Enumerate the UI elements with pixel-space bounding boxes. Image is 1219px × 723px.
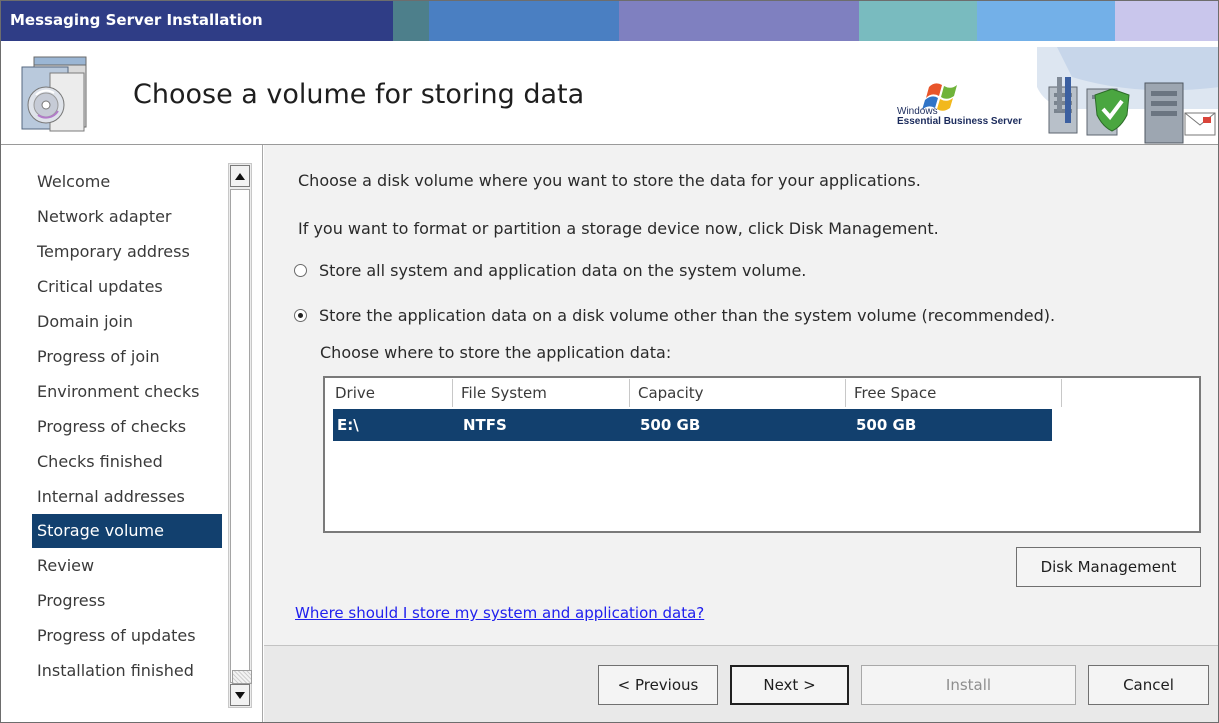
sidebar-item-installation-finished[interactable]: Installation finished xyxy=(32,653,222,688)
disk-management-button[interactable]: Disk Management xyxy=(1016,547,1201,587)
radio-system-volume[interactable]: Store all system and application data on… xyxy=(294,259,806,281)
radio-indicator-selected[interactable] xyxy=(294,308,307,322)
next-button[interactable]: Next > xyxy=(730,665,849,705)
scroll-track[interactable] xyxy=(230,189,252,684)
page-header: Choose a volume for storing data Windows… xyxy=(1,41,1218,145)
cell-capacity: 500 GB xyxy=(640,416,701,434)
sidebar-item-progress-of-updates[interactable]: Progress of updates xyxy=(32,618,222,653)
scroll-thumb[interactable] xyxy=(232,670,252,684)
sidebar-item-network-adapter[interactable]: Network adapter xyxy=(32,199,222,234)
shield-check-server-icon xyxy=(1086,88,1130,136)
page-title: Choose a volume for storing data xyxy=(133,79,585,110)
sidebar-item-domain-join[interactable]: Domain join xyxy=(32,304,222,339)
sidebar-item-progress-of-join[interactable]: Progress of join xyxy=(32,339,222,374)
sidebar-item-storage-volume[interactable]: Storage volume xyxy=(32,514,222,548)
radio-other-volume[interactable]: Store the application data on a disk vol… xyxy=(294,304,1055,326)
column-header-capacity[interactable]: Capacity xyxy=(630,379,846,407)
radio-label: Store the application data on a disk vol… xyxy=(319,305,1056,325)
scroll-down-button[interactable] xyxy=(230,684,250,706)
sidebar-item-critical-updates[interactable]: Critical updates xyxy=(32,269,222,304)
previous-button[interactable]: < Previous xyxy=(598,665,718,705)
sidebar-scrollbar[interactable] xyxy=(228,163,252,708)
sidebar-item-progress-of-checks[interactable]: Progress of checks xyxy=(32,409,222,444)
volume-table: Drive File System Capacity Free Space E:… xyxy=(323,376,1201,533)
title-band xyxy=(619,1,859,41)
sidebar-item-internal-addresses[interactable]: Internal addresses xyxy=(32,479,222,514)
scroll-up-button[interactable] xyxy=(230,165,250,187)
title-band xyxy=(977,1,1115,41)
column-header-file-system[interactable]: File System xyxy=(453,379,630,407)
cell-drive: E:\ xyxy=(337,416,359,434)
brand-line-2: Essential Business Server xyxy=(897,116,1023,127)
installer-window: Messaging Server Installation Choose a v… xyxy=(0,0,1219,723)
disk-management-note: If you want to format or partition a sto… xyxy=(298,219,939,238)
step-sidebar: Welcome Network adapter Temporary addres… xyxy=(1,145,263,722)
content-pane: Choose a disk volume where you want to s… xyxy=(264,145,1218,645)
title-bar: Messaging Server Installation xyxy=(1,1,1218,41)
arrow-up-icon xyxy=(235,172,245,180)
window-title: Messaging Server Installation xyxy=(10,11,263,29)
install-disc-icon xyxy=(20,55,98,135)
title-band xyxy=(393,1,429,41)
sidebar-item-welcome[interactable]: Welcome xyxy=(32,164,222,199)
column-header-free-space[interactable]: Free Space xyxy=(846,379,1062,407)
radio-indicator[interactable] xyxy=(294,263,307,277)
sidebar-item-review[interactable]: Review xyxy=(32,548,222,583)
brand-text: Windows Essential Business Server xyxy=(897,107,1022,127)
intro-text: Choose a disk volume where you want to s… xyxy=(298,171,921,190)
brand-logo: Windows Essential Business Server xyxy=(897,47,1218,145)
cell-free-space: 500 GB xyxy=(856,416,917,434)
arrow-down-icon xyxy=(235,691,245,699)
sidebar-item-environment-checks[interactable]: Environment checks xyxy=(32,374,222,409)
sidebar-item-progress[interactable]: Progress xyxy=(32,583,222,618)
help-link[interactable]: Where should I store my system and appli… xyxy=(295,604,704,622)
cell-file-system: NTFS xyxy=(463,416,507,434)
volume-list-label: Choose where to store the application da… xyxy=(320,343,672,362)
title-band xyxy=(1115,1,1218,41)
sidebar-item-checks-finished[interactable]: Checks finished xyxy=(32,444,222,479)
title-band xyxy=(859,1,977,41)
sidebar-item-temporary-address[interactable]: Temporary address xyxy=(32,234,222,269)
step-list: Welcome Network adapter Temporary addres… xyxy=(32,164,222,709)
title-band xyxy=(429,1,619,41)
radio-label: Store all system and application data on… xyxy=(319,260,807,280)
wizard-footer: < Previous Next > Install Cancel xyxy=(264,645,1218,722)
table-header: Drive File System Capacity Free Space xyxy=(327,379,1062,407)
table-row[interactable]: E:\ NTFS 500 GB 500 GB xyxy=(333,409,1052,441)
install-button[interactable]: Install xyxy=(861,665,1076,705)
cancel-button[interactable]: Cancel xyxy=(1088,665,1209,705)
column-header-drive[interactable]: Drive xyxy=(327,379,453,407)
